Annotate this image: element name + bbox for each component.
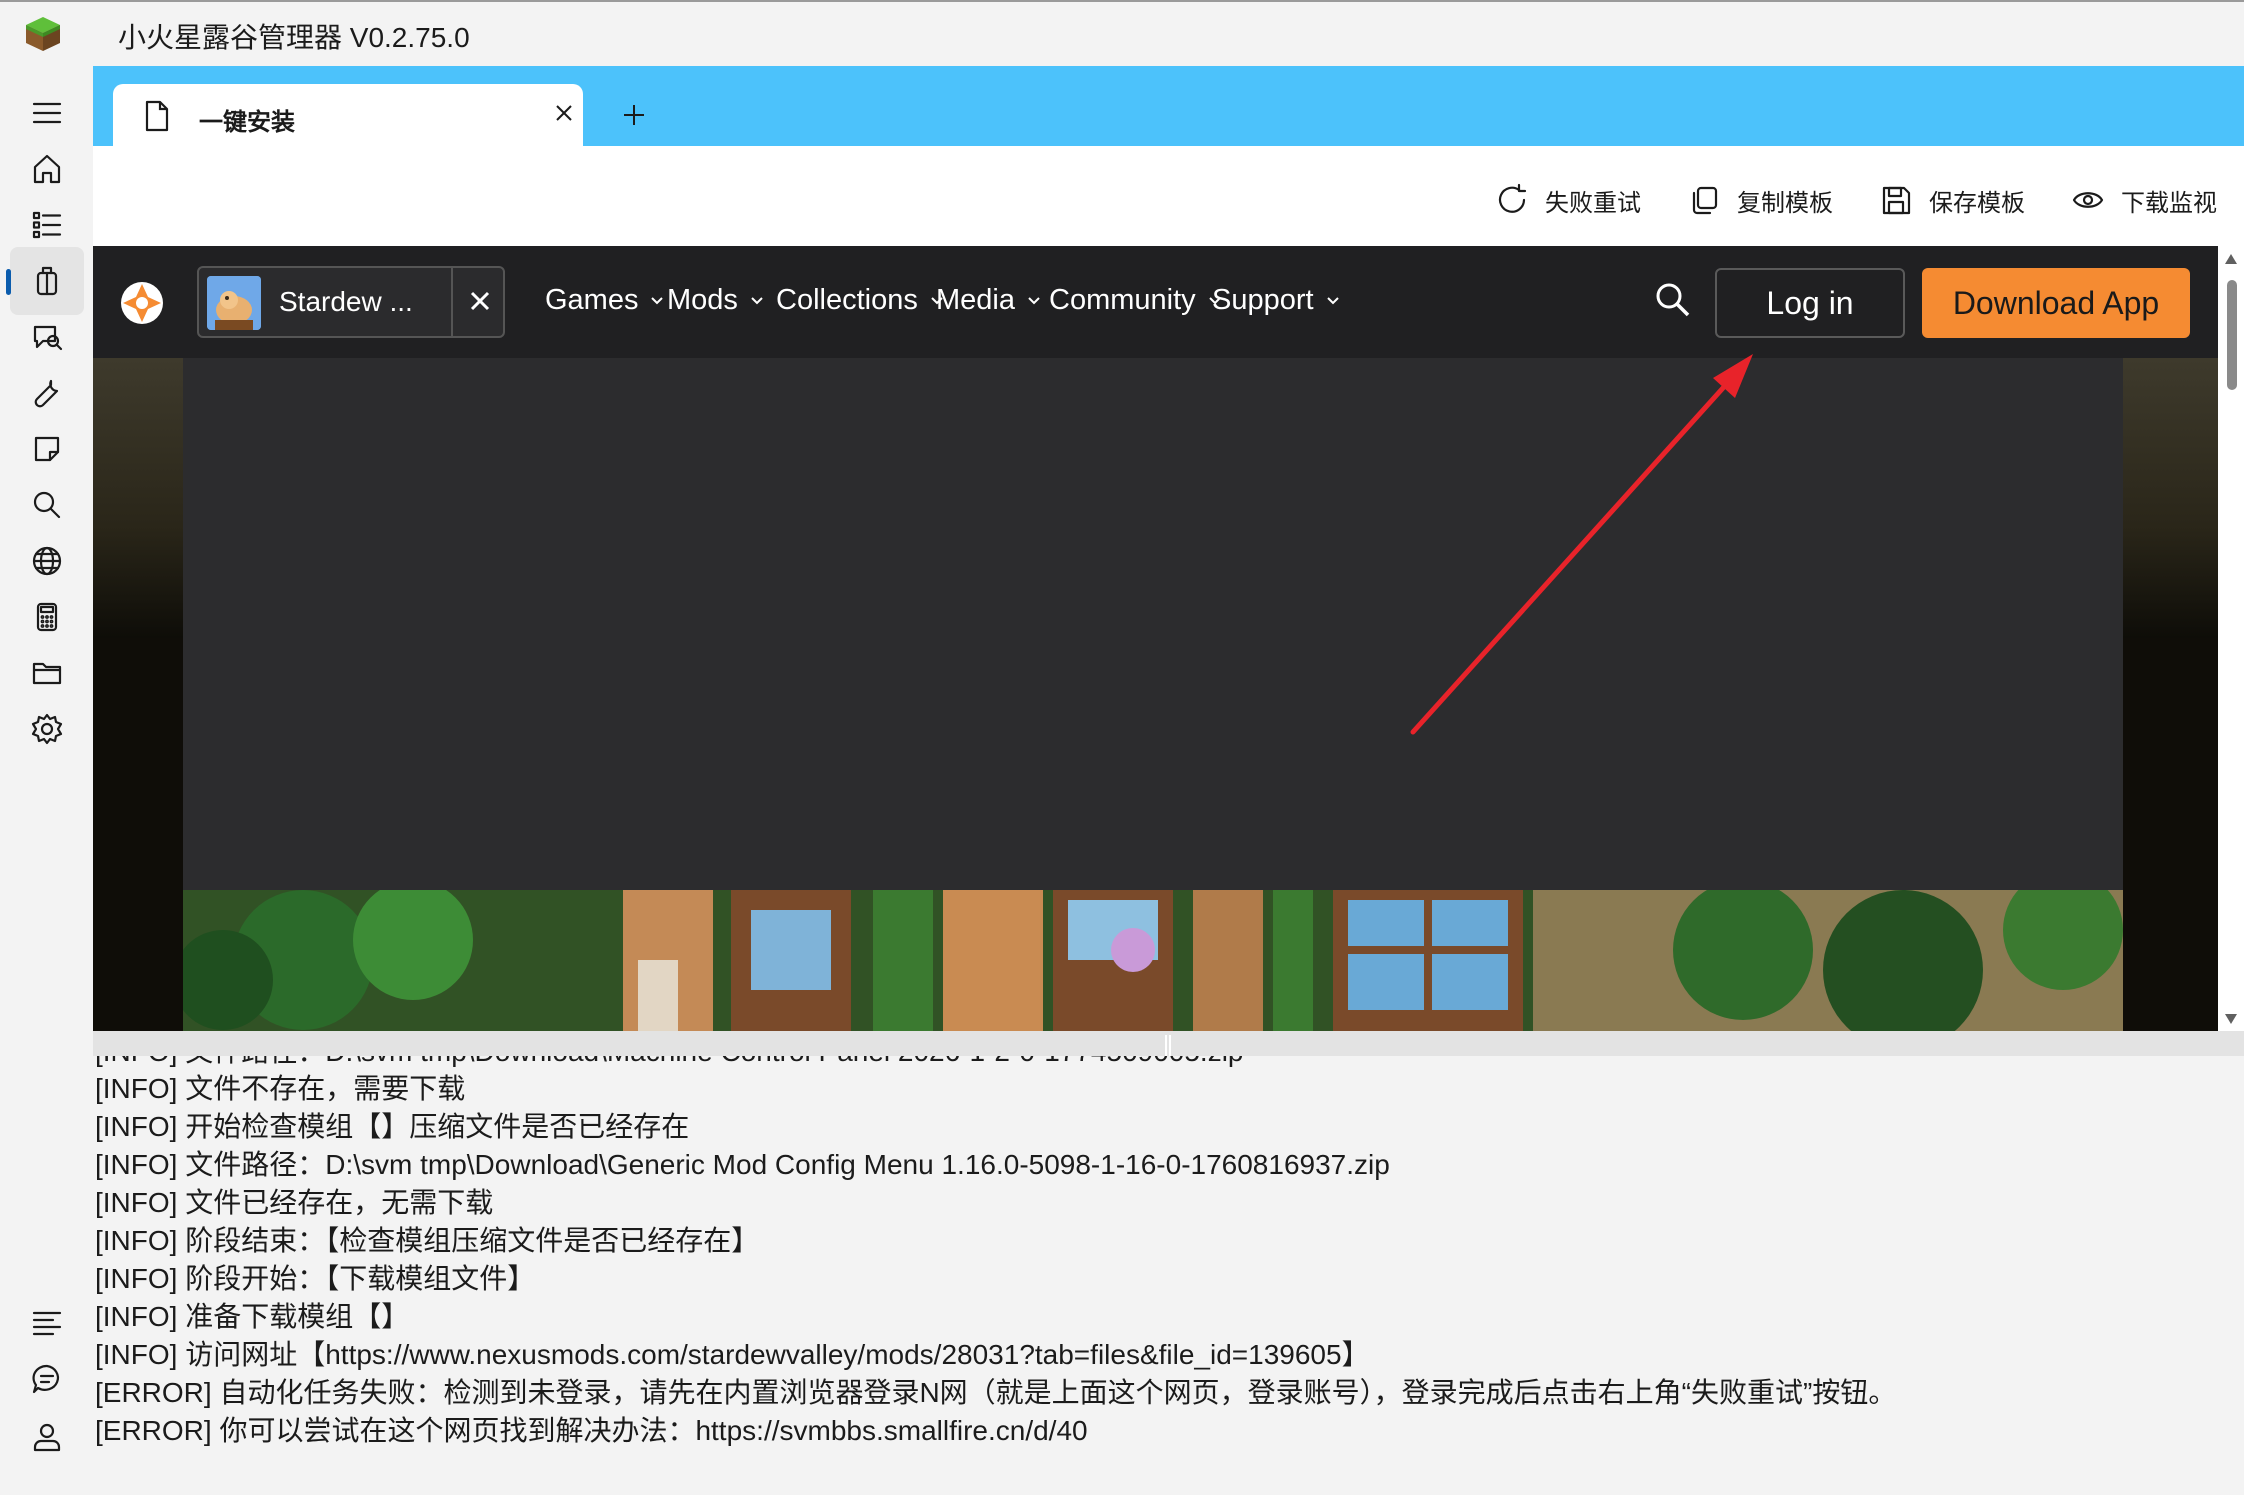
retry-button[interactable]: 失败重试 [1495,180,1641,220]
download-monitor-button[interactable]: 下载监视 [2071,180,2217,220]
log-line: [ERROR] 自动化任务失败：检测到未登录，请先在内置浏览器登录N网（就是上面… [95,1377,1897,1408]
list-icon [32,211,62,239]
game-selector[interactable]: Stardew ... [197,266,505,338]
globe-icon [32,546,62,576]
copy-icon [1692,186,1718,215]
log-line: [ERROR] 你可以尝试在这个网页找到解决办法：https://svmbbs.… [95,1415,1088,1446]
chat-search-icon [33,325,63,351]
toolbar: 失败重试 复制模板 保存模板 下载监视 [93,146,2244,246]
feedback-icon [32,1364,59,1394]
home-icon [33,154,61,184]
calculator-icon [36,602,58,632]
chevron-down-icon [751,297,763,305]
log-line: [INFO] 开始检查模组【】压缩文件是否已经存在 [95,1111,690,1142]
nav-community-label: Community [1049,284,1196,316]
chevron-down-icon [651,297,664,305]
download-monitor-label: 下载监视 [2121,189,2217,217]
nav-media-label: Media [936,284,1015,316]
chevron-down-icon [1326,297,1339,305]
nav-support-label: Support [1212,284,1314,316]
sidebar [0,66,93,1495]
save-icon [1882,186,1911,215]
save-template-button[interactable]: 保存模板 [1879,180,2025,220]
account-button[interactable] [10,1403,84,1471]
tab-strip: 一键安装 [93,66,2244,146]
hero-banner-placeholder [183,358,2123,890]
nav-mods-label: Mods [667,284,738,316]
nexus-logo-icon[interactable] [119,280,165,326]
document-icon [145,100,169,132]
login-button[interactable]: Log in [1715,268,1905,338]
align-left-icon [32,1311,62,1336]
nav-games[interactable]: Games [545,284,664,317]
nav-collections-label: Collections [776,284,918,316]
scroll-thumb[interactable] [2227,280,2237,390]
menu-icon [32,102,62,124]
scroll-up-icon[interactable] [2224,252,2238,266]
nav-media[interactable]: Media [936,284,1041,317]
nav-mods[interactable]: Mods [667,284,764,317]
nexus-navbar: Stardew ... Games Mods Collections Media… [93,246,2218,358]
wrench-icon [34,379,59,408]
folder-icon [32,662,62,685]
log-panel: [INFO] 文件路径：D:\svm tmp\Download\Machine … [93,1056,2244,1495]
grass-block-icon [26,17,60,51]
close-icon[interactable] [551,100,577,126]
chevron-down-icon [1028,297,1040,305]
log-line: [INFO] 准备下载模组【】 [95,1301,410,1332]
copy-template-button[interactable]: 复制模板 [1687,180,1833,220]
box-icon [36,266,58,296]
log-line: [INFO] 访问网址【https://www.nexusmods.com/st… [95,1339,1370,1370]
close-icon[interactable] [465,286,495,316]
tab-one-click-install[interactable]: 一键安装 [113,84,583,146]
save-template-label: 保存模板 [1929,189,2025,217]
search-icon [33,491,61,519]
main-area: 一键安装 失败重试 复制模板 保存模板 下载监视 Stardew ... Gam… [93,66,2244,1495]
nav-collections[interactable]: Collections [776,284,944,317]
log-line: [INFO] 阶段结束：【检查模组压缩文件是否已经存在】 [95,1225,760,1256]
title-bar: 小火星露谷管理器 V0.2.75.0 [0,0,2244,66]
log-line: [INFO] 文件路径：D:\svm tmp\Download\Generic … [95,1149,1390,1180]
log-line: [INFO] 阶段开始：【下载模组文件】 [95,1263,536,1294]
browser-scrollbar[interactable] [2218,246,2244,1031]
settings-icon [31,713,63,745]
nav-support[interactable]: Support [1212,284,1340,317]
hero-pixel-art [183,890,2123,1031]
refresh-icon [1498,183,1527,213]
nav-games-label: Games [545,284,639,316]
game-thumbnail [207,276,261,330]
log-line: [INFO] 文件不存在，需要下载 [95,1073,466,1104]
sidebar-item-settings[interactable] [10,695,84,763]
game-name: Stardew ... [279,286,413,317]
scroll-down-icon[interactable] [2224,1012,2238,1026]
tab-label: 一键安装 [199,109,295,136]
retry-label: 失败重试 [1545,189,1641,217]
download-app-button[interactable]: Download App [1922,268,2190,338]
nav-community[interactable]: Community [1049,284,1222,317]
eye-icon [2072,192,2104,208]
window-title: 小火星露谷管理器 V0.2.75.0 [118,22,470,53]
log-line: [INFO] 文件已经存在，无需下载 [95,1187,494,1218]
sticky-note-icon [34,436,60,462]
add-tab-icon[interactable] [619,100,649,130]
search-icon[interactable] [1653,280,1693,320]
embedded-browser[interactable]: Stardew ... Games Mods Collections Media… [93,246,2218,1031]
copy-template-label: 复制模板 [1737,189,1833,217]
user-icon [33,1423,61,1452]
